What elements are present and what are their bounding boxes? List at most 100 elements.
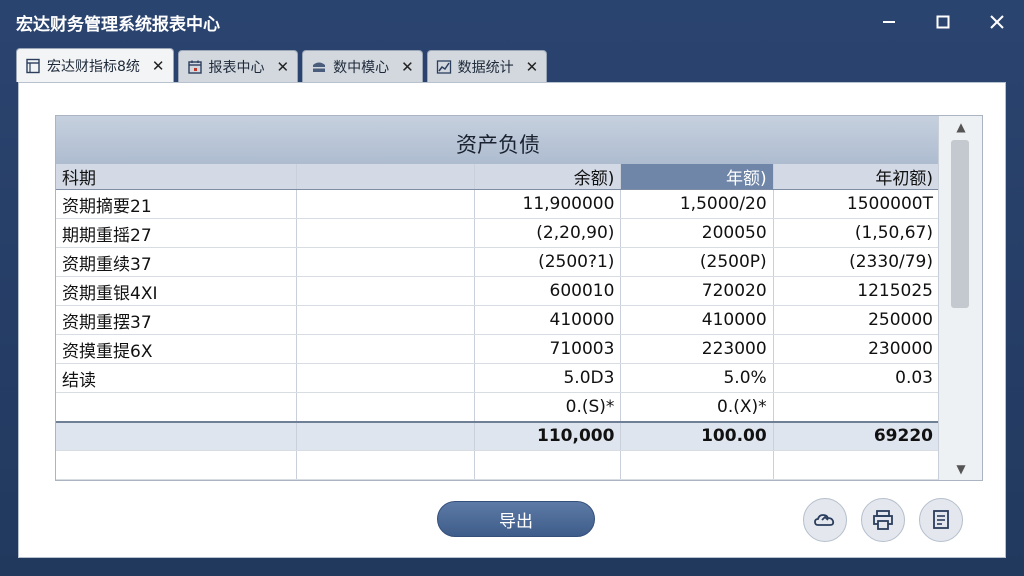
table-cell: [773, 392, 941, 422]
close-button[interactable]: [970, 0, 1024, 44]
total-cell: 69220: [773, 420, 941, 451]
table-cell: 5.0%: [620, 363, 774, 393]
table-cell: 223000: [620, 334, 774, 364]
balance-sheet-table: 科期 余额) 年额) 年初额) 资期摘要21 11,900000 1,5000/…: [56, 164, 941, 480]
table-cell: 230000: [773, 334, 941, 364]
table-cell: [296, 363, 476, 393]
table-cell: (2500P): [620, 247, 774, 277]
tab-label: 数中模心: [333, 59, 390, 76]
table-cell: [296, 276, 476, 306]
table-row[interactable]: 资期重续37 (2500?1) (2500P) (2330/79): [56, 247, 941, 277]
table-cell: [56, 392, 297, 422]
table-row[interactable]: 资期重银4XI 600010 720020 1215025: [56, 276, 941, 306]
total-cell: [56, 420, 297, 451]
print-icon: [873, 510, 893, 530]
table-cell: 1215025: [773, 276, 941, 306]
cloud-upload-button[interactable]: [803, 498, 847, 542]
table-cell: 资期重摆37: [56, 305, 297, 335]
export-button[interactable]: 导出: [437, 501, 595, 537]
table-cell: [296, 305, 476, 335]
table-total-row[interactable]: 110,000 100.00 69220: [56, 420, 941, 451]
document-icon: [25, 58, 41, 74]
tab-bar: 宏达财指标8统 ✕ 报表中心 ✕ 数中模心 ✕ 数据统计 ✕: [16, 48, 548, 82]
table-cell: 250000: [773, 305, 941, 335]
tab-label: 报表中心: [208, 59, 265, 76]
table-row[interactable]: [56, 450, 941, 480]
table-cell: 1500000T: [773, 189, 941, 219]
table-row[interactable]: 期期重摇27 (2,20,90) 200050 (1,50,67): [56, 218, 941, 248]
minimize-icon: [883, 21, 895, 23]
tab-label: 数据统计: [457, 59, 514, 76]
table-cell: 410000: [474, 305, 622, 335]
scrollbar-thumb[interactable]: [951, 140, 969, 308]
table-cell: 200050: [620, 218, 774, 248]
table-cell: 410000: [620, 305, 774, 335]
tab-label: 宏达财指标8统: [47, 58, 140, 75]
table-cell: 结读: [56, 363, 297, 393]
table-cell: [296, 189, 476, 219]
table-cell: 5.0D3: [474, 363, 622, 393]
cloud-upload-icon: [814, 514, 835, 526]
report-title: 资产负债: [56, 116, 940, 164]
table-cell: 期期重摇27: [56, 218, 297, 248]
table-cell: 600010: [474, 276, 622, 306]
table-cell: 资期摘要21: [56, 189, 297, 219]
tab-statistics[interactable]: 数据统计 ✕: [426, 50, 548, 82]
window-title: 宏达财务管理系统报表中心: [16, 14, 220, 35]
total-cell: 100.00: [620, 420, 774, 451]
app-window: 宏达财务管理系统报表中心 宏达财指标8统 ✕ 报表中心 ✕ 数中模心 ✕ 数据统…: [0, 0, 1024, 576]
column-header[interactable]: 年初额): [773, 164, 941, 190]
table-cell: (2500?1): [474, 247, 622, 277]
database-icon: [311, 59, 327, 75]
total-cell: [296, 420, 476, 451]
balance-sheet-grid: 资产负债 科期 余额) 年额) 年初额) 资期摘要21 11,900000 1,: [55, 115, 983, 481]
total-cell: 110,000: [474, 420, 622, 451]
calendar-icon: [187, 59, 203, 75]
table-cell: 1,5000/20: [620, 189, 774, 219]
maximize-icon: [936, 15, 950, 29]
table-cell: 0.03: [773, 363, 941, 393]
table-row[interactable]: 0.(S)* 0.(X)*: [56, 392, 941, 422]
table-cell: (2330/79): [773, 247, 941, 277]
table-cell: [296, 392, 476, 422]
table-cell: [296, 218, 476, 248]
table-cell: [296, 247, 476, 277]
notes-button[interactable]: [919, 498, 963, 542]
notes-icon: [933, 510, 949, 529]
scroll-down-icon[interactable]: ▼: [939, 458, 982, 480]
scroll-up-icon[interactable]: ▲: [939, 116, 982, 138]
table-cell: [296, 334, 476, 364]
table-row[interactable]: 资期重摆37 410000 410000 250000: [56, 305, 941, 335]
table-cell: 11,900000: [474, 189, 622, 219]
tab-indicators[interactable]: 宏达财指标8统 ✕: [16, 48, 174, 82]
table-row[interactable]: 资摸重提6X 710003 223000 230000: [56, 334, 941, 364]
column-header[interactable]: 科期: [56, 164, 297, 190]
window-controls: [862, 0, 1024, 44]
column-header[interactable]: 余额): [474, 164, 622, 190]
tab-close-icon[interactable]: ✕: [152, 57, 165, 75]
table-cell: 720020: [620, 276, 774, 306]
tab-close-icon[interactable]: ✕: [277, 58, 290, 76]
report-panel: 资产负债 科期 余额) 年额) 年初额) 资期摘要21 11,900000 1,: [18, 82, 1006, 558]
table-cell: 710003: [474, 334, 622, 364]
table-cell: 资摸重提6X: [56, 334, 297, 364]
tab-report-center[interactable]: 报表中心 ✕: [177, 50, 299, 82]
table-header-row: 科期 余额) 年额) 年初额): [56, 164, 941, 190]
close-icon: [990, 15, 1004, 29]
print-button[interactable]: [861, 498, 905, 542]
table-cell: 0.(X)*: [620, 392, 774, 422]
tab-close-icon[interactable]: ✕: [526, 58, 539, 76]
column-header[interactable]: 年额): [620, 164, 774, 190]
minimize-button[interactable]: [862, 0, 916, 44]
tab-close-icon[interactable]: ✕: [401, 58, 414, 76]
table-cell: 0.(S)*: [474, 392, 622, 422]
tab-data-model[interactable]: 数中模心 ✕: [302, 50, 423, 82]
table-cell: 资期重续37: [56, 247, 297, 277]
vertical-scrollbar[interactable]: ▲ ▼: [938, 116, 982, 480]
table-row[interactable]: 资期摘要21 11,900000 1,5000/20 1500000T: [56, 189, 941, 219]
table-cell: (2,20,90): [474, 218, 622, 248]
chart-icon: [436, 59, 452, 75]
column-header[interactable]: [296, 164, 476, 190]
table-row[interactable]: 结读 5.0D3 5.0% 0.03: [56, 363, 941, 393]
maximize-button[interactable]: [916, 0, 970, 44]
